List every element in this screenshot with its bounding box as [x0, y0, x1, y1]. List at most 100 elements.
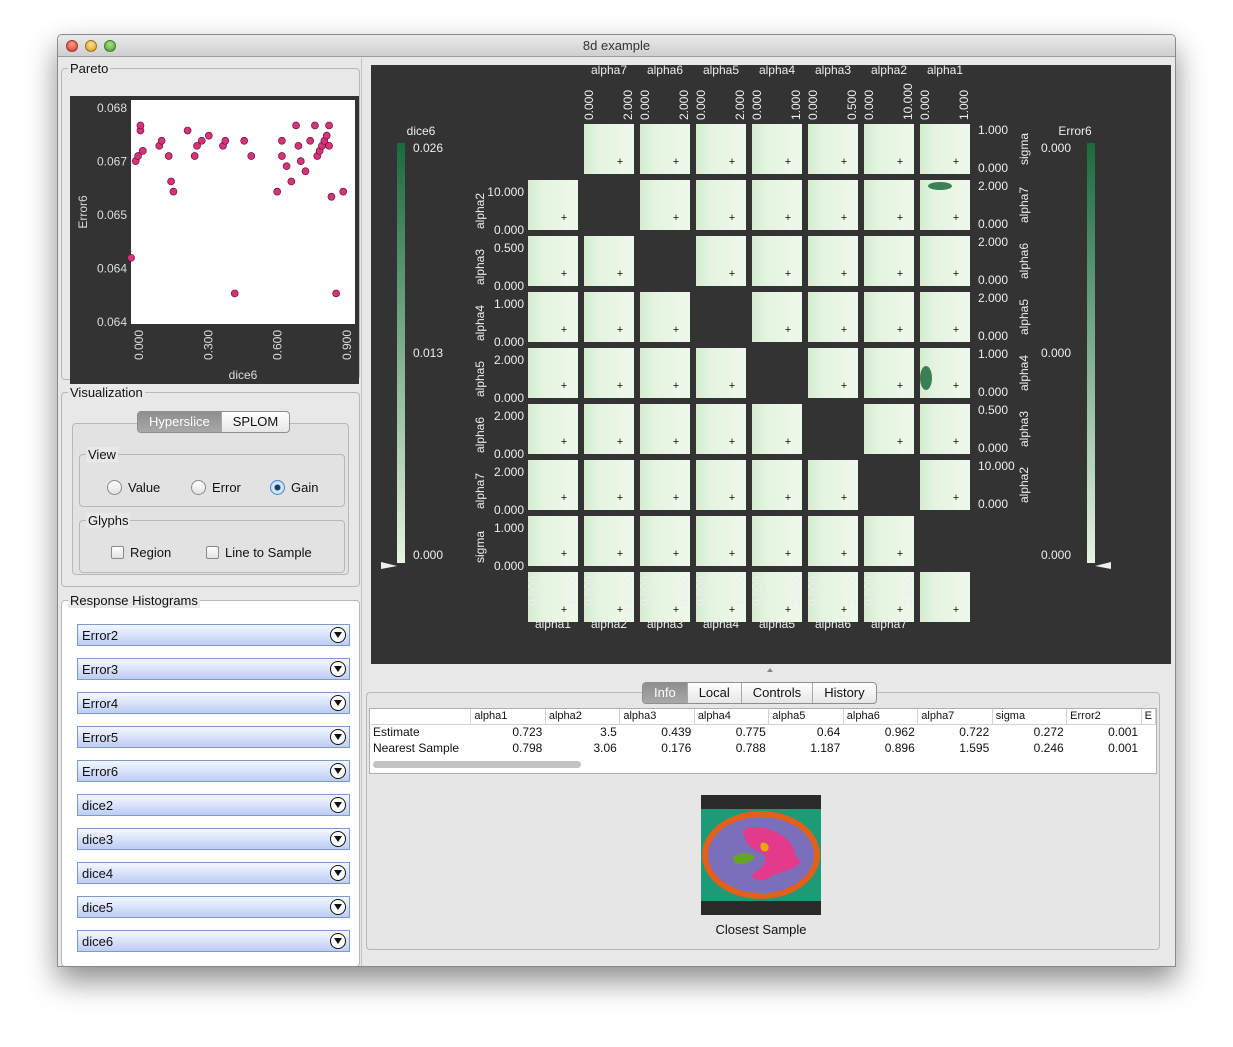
sample-marker: +	[673, 212, 679, 224]
col-range-max: 1.000	[957, 90, 971, 120]
column-header[interactable]: alpha2	[545, 709, 621, 725]
pareto-scatter[interactable]: 0.068 0.067 0.065 0.064 0.064 0.000 0.300 0.600…	[70, 96, 359, 384]
expand-arrow-icon[interactable]	[330, 661, 346, 677]
zoom-window-button[interactable]	[104, 40, 116, 52]
plot-area	[131, 100, 355, 324]
tab-info[interactable]: Info	[643, 683, 688, 703]
histogram-item[interactable]: Error3	[77, 658, 350, 680]
left-panel: Pareto 0.068 0.067 0.065 0.064 0.064 0.000 0.3…	[58, 58, 362, 966]
column-header[interactable]	[370, 709, 472, 725]
column-header[interactable]: alpha3	[619, 709, 695, 725]
hyperslice-cell	[528, 348, 578, 398]
pareto-point	[325, 141, 333, 150]
expand-arrow-icon[interactable]	[330, 627, 346, 643]
column-header[interactable]: alpha7	[917, 709, 993, 725]
cell: 0.896	[884, 741, 915, 755]
column-header[interactable]: alpha5	[768, 709, 844, 725]
sample-marker: +	[673, 380, 679, 392]
column-header[interactable]: alpha1	[470, 709, 546, 725]
column-header[interactable]: alpha4	[694, 709, 770, 725]
row-dim-label: sigma	[473, 531, 487, 563]
sample-marker: +	[953, 324, 959, 336]
radio-value[interactable]: Value	[107, 480, 160, 495]
tab-local[interactable]: Local	[688, 683, 742, 703]
expand-arrow-icon[interactable]	[330, 797, 346, 813]
hyperslice-cell	[640, 516, 690, 566]
histogram-item[interactable]: dice3	[77, 828, 350, 850]
expand-arrow-icon[interactable]	[330, 729, 346, 745]
sample-marker: +	[617, 324, 623, 336]
table-row[interactable]: Estimate 0.723 3.5 0.439 0.775 0.64 0.96…	[370, 724, 1156, 740]
histogram-item[interactable]: dice6	[77, 930, 350, 952]
table-row[interactable]: Nearest Sample 0.798 3.06 0.176 0.788 1.…	[370, 740, 1156, 756]
cell: 3.5	[600, 725, 617, 740]
split-divider-handle[interactable]	[767, 668, 773, 672]
checkbox-region[interactable]: Region	[111, 545, 171, 560]
checkbox-line-box[interactable]	[206, 546, 219, 559]
radio-gain[interactable]: Gain	[270, 480, 318, 495]
sample-marker: +	[729, 380, 735, 392]
sample-marker: +	[561, 212, 567, 224]
pareto-point	[240, 136, 249, 145]
x-tick-label: 0.600	[271, 330, 285, 360]
histogram-item[interactable]: Error6	[77, 760, 350, 782]
radio-value-circle[interactable]	[107, 480, 122, 495]
expand-arrow-icon[interactable]	[330, 831, 346, 847]
estimate-table-scroll[interactable]: alpha1 alpha2 alpha3 alpha4 alpha5 alpha…	[369, 708, 1157, 774]
cell: 0.176	[661, 741, 692, 755]
tab-splom[interactable]: SPLOM	[222, 412, 290, 432]
hyperslice-matrix-svg[interactable]: + + + + + + + + + + + + + + + + + + + + + + + + + + + + + + + + + + + + + + + +…	[371, 63, 1171, 664]
sample-marker: +	[841, 324, 847, 336]
expand-arrow-icon[interactable]	[330, 933, 346, 949]
histogram-item[interactable]: dice4	[77, 862, 350, 884]
tab-controls[interactable]: Controls	[742, 683, 814, 703]
checkbox-line-to-sample[interactable]: Line to Sample	[206, 545, 312, 560]
cell: 0.246	[1033, 741, 1064, 755]
histogram-item[interactable]: dice2	[77, 794, 350, 816]
expand-arrow-icon[interactable]	[330, 865, 346, 881]
column-header[interactable]: Error2	[1066, 709, 1142, 725]
minimize-window-button[interactable]	[85, 40, 97, 52]
tab-history[interactable]: History	[813, 683, 875, 703]
pareto-plot[interactable]: 0.068 0.067 0.065 0.064 0.064 0.000 0.300 0.600…	[70, 96, 359, 384]
visualization-group: Visualization Hyperslice SPLOM View Valu…	[61, 385, 360, 587]
hyperslice-cell	[528, 460, 578, 510]
histogram-item[interactable]: Error2	[77, 624, 350, 646]
col-range-max: 2.000	[789, 576, 803, 606]
column-header[interactable]: alpha6	[843, 709, 919, 725]
column-header[interactable]: sigma	[992, 709, 1068, 725]
hyperslice-cell	[808, 516, 858, 566]
sample-marker: +	[841, 492, 847, 504]
colorbar-label: Error6	[1058, 124, 1092, 138]
pareto-point	[136, 121, 145, 130]
tab-hyperslice[interactable]: Hyperslice	[138, 412, 222, 432]
col-range-min: 0.000	[862, 90, 876, 120]
pareto-point	[306, 136, 315, 145]
histogram-item[interactable]: dice5	[77, 896, 350, 918]
checkbox-region-box[interactable]	[111, 546, 124, 559]
histogram-item[interactable]: Error5	[77, 726, 350, 748]
hyperslice-cell	[920, 404, 970, 454]
radio-gain-circle[interactable]	[270, 480, 285, 495]
expand-arrow-icon[interactable]	[330, 695, 346, 711]
hyperslice-matrix[interactable]: + + + + + + + + + + + + + + + + + + + + + + + + + + + + + + + + + + + + + + + +…	[371, 63, 1171, 664]
radio-error-circle[interactable]	[191, 480, 206, 495]
expand-arrow-icon[interactable]	[330, 899, 346, 915]
hyperslice-cell	[752, 404, 802, 454]
horizontal-scrollbar[interactable]	[373, 761, 581, 768]
column-header[interactable]: E	[1141, 709, 1156, 725]
sample-marker: +	[673, 436, 679, 448]
row-range-max: 2.000	[494, 465, 524, 479]
sample-marker: +	[617, 380, 623, 392]
close-window-button[interactable]	[66, 40, 78, 52]
hyperslice-cell	[864, 124, 914, 174]
col-dim-label: alpha3	[647, 617, 683, 631]
radio-error[interactable]: Error	[191, 480, 241, 495]
sample-marker: +	[617, 492, 623, 504]
pareto-group: Pareto 0.068 0.067 0.065 0.064 0.064 0.000 0.3…	[61, 61, 360, 384]
histogram-label: Error2	[82, 627, 119, 643]
x-tick-label: 0.900	[340, 330, 354, 360]
expand-arrow-icon[interactable]	[330, 763, 346, 779]
closest-sample-caption: Closest Sample	[715, 922, 807, 937]
histogram-item[interactable]: Error4	[77, 692, 350, 714]
